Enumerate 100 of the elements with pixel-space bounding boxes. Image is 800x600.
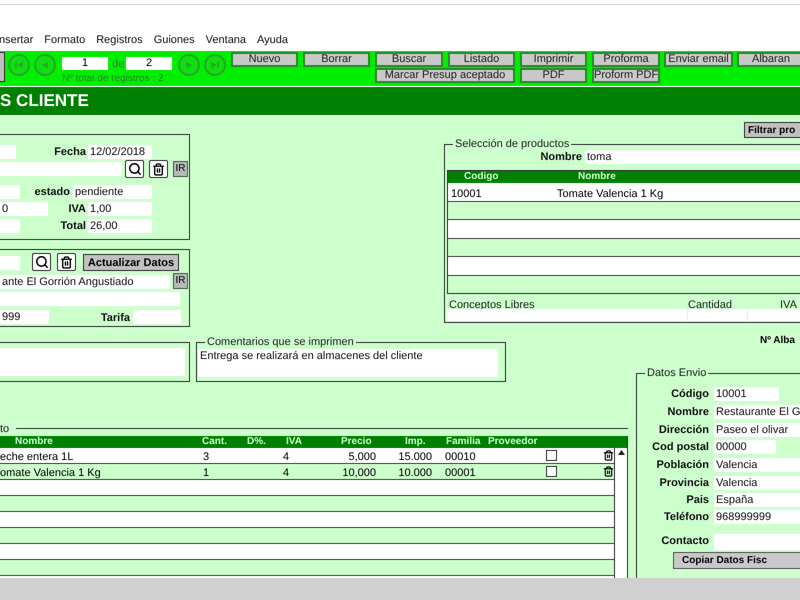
delete-button[interactable]: [57, 253, 76, 271]
field-label: IVA: [67, 202, 86, 216]
notes-field[interactable]: [0, 348, 185, 376]
column-header: Imp.: [405, 436, 426, 448]
field-label: Tarifa: [100, 311, 130, 325]
input-field[interactable]: España: [714, 493, 800, 507]
column-header: Cant.: [202, 436, 227, 448]
menu-item[interactable]: Ventana: [206, 32, 246, 48]
input-field[interactable]: [0, 145, 16, 159]
table-row[interactable]: [448, 276, 800, 293]
menu-item[interactable]: Formato: [44, 32, 86, 48]
delete-button[interactable]: [149, 160, 168, 178]
table-row[interactable]: eche entera 1L 3 4 5,000 15.000 00010: [0, 448, 614, 464]
input-field[interactable]: [133, 310, 181, 324]
table-row[interactable]: [0, 480, 614, 496]
input-field[interactable]: 999: [0, 310, 49, 324]
input-field[interactable]: 968999999: [714, 510, 800, 524]
field-label: Código: [670, 387, 709, 401]
field-label: Nombre: [539, 150, 582, 164]
update-button[interactable]: Actualizar Datos: [83, 254, 179, 271]
of-label: de: [112, 57, 124, 72]
input-field[interactable]: toma: [585, 150, 800, 164]
checkbox[interactable]: [546, 466, 557, 477]
column-label: Cantidad: [688, 298, 732, 313]
search-icon: [34, 255, 48, 269]
table-row[interactable]: [0, 512, 614, 528]
search-button[interactable]: [125, 160, 144, 178]
column-header: Familia: [446, 436, 480, 448]
input-field[interactable]: [0, 185, 20, 199]
input-field[interactable]: Restaurante El G: [714, 405, 800, 419]
go-button[interactable]: IR: [173, 273, 188, 289]
table-cell-text: eche entera 1L: [0, 450, 74, 465]
go-button[interactable]: IR: [173, 161, 188, 177]
table-cell-text: 00001: [445, 466, 476, 481]
input-field[interactable]: [0, 292, 180, 306]
toolbar-button[interactable]: Borrar: [303, 52, 370, 67]
copy-data-button[interactable]: Copiar Datos Fisc: [673, 552, 800, 569]
search-icon: [128, 162, 142, 176]
skip-back-icon: [13, 59, 25, 71]
toolbar-button[interactable]: Listado: [448, 52, 515, 67]
input-field[interactable]: Paseo el olivar: [714, 423, 800, 437]
column-header: Codigo: [464, 171, 498, 183]
toolbar-button[interactable]: Proforma: [592, 52, 660, 67]
toolbar-button[interactable]: Enviar email: [664, 52, 733, 67]
column-header: Proveedor: [488, 436, 538, 448]
checkbox[interactable]: [546, 450, 557, 461]
field-label: Nombre: [666, 405, 709, 419]
column-label: IVA: [780, 298, 797, 313]
column-header: Nombre: [578, 171, 616, 183]
input-field[interactable]: [688, 309, 747, 321]
table-cell-text: omate Valencia 1 Kg: [0, 466, 101, 481]
filter-button[interactable]: Filtrar pro: [744, 122, 800, 138]
menu-item[interactable]: Registros: [96, 32, 143, 48]
trash-icon: [60, 256, 73, 268]
input-field[interactable]: pendiente: [73, 185, 152, 199]
input-field[interactable]: 12/02/2018: [88, 145, 152, 159]
column-header: IVA: [286, 436, 302, 448]
input-field[interactable]: 0: [0, 202, 48, 216]
column-label: Conceptos Libres: [449, 298, 535, 313]
input-field[interactable]: [0, 162, 122, 176]
toolbar-button[interactable]: PDF: [520, 68, 587, 83]
field-label: Teléfono: [662, 510, 709, 524]
comments-field[interactable]: Entrega se realizará en almacenes del cliente: [198, 349, 498, 377]
menu-item[interactable]: Ayuda: [257, 32, 288, 48]
input-field[interactable]: [0, 219, 20, 233]
table-row[interactable]: omate Valencia 1 Kg 1 4 10,000 10.000 00001: [0, 464, 614, 480]
delivery-number-label: Nº Alba: [760, 334, 795, 348]
toolbar-button[interactable]: Albaran: [737, 52, 800, 67]
input-field[interactable]: 00000: [714, 440, 776, 454]
toolbar-button[interactable]: Imprimir: [520, 52, 587, 67]
table-cell-text: 10.000: [398, 466, 432, 481]
toolbar-button[interactable]: Nuevo: [231, 52, 298, 67]
field-label: Población: [655, 458, 709, 472]
menu-item[interactable]: nsertar: [0, 32, 34, 48]
input-field[interactable]: ante El Gorrión Angustiado: [0, 275, 170, 289]
input-field[interactable]: [714, 534, 800, 550]
scroll-up-icon: [618, 450, 625, 455]
table-cell-text: 4: [283, 466, 290, 481]
toolbar-button[interactable]: Marcar Presup aceptado: [375, 68, 515, 83]
scrollbar[interactable]: [614, 448, 627, 578]
panel-edge: [0, 52, 5, 82]
table-row[interactable]: [448, 202, 800, 220]
input-field[interactable]: [748, 309, 800, 321]
input-field[interactable]: Valencia: [714, 476, 800, 490]
toolbar-button[interactable]: Buscar: [375, 52, 443, 67]
record-count: Nº total de registros : 2: [62, 72, 164, 86]
input-field[interactable]: Valencia: [714, 458, 800, 472]
toolbar-button[interactable]: Proform PDF: [592, 68, 660, 83]
search-button[interactable]: [32, 253, 51, 271]
table-row[interactable]: [0, 544, 614, 560]
table-cell-text: 10001: [451, 187, 482, 202]
menu-item[interactable]: Guiones: [154, 32, 195, 48]
field-label: Pais: [685, 493, 709, 507]
input-field[interactable]: [447, 309, 687, 321]
input-field[interactable]: [0, 256, 20, 270]
record-field[interactable]: 1: [62, 57, 108, 70]
input-field[interactable]: 10001: [714, 387, 779, 401]
table-row[interactable]: [448, 238, 800, 257]
input-field[interactable]: 26,00: [88, 219, 152, 233]
input-field[interactable]: 1,00: [88, 202, 152, 216]
